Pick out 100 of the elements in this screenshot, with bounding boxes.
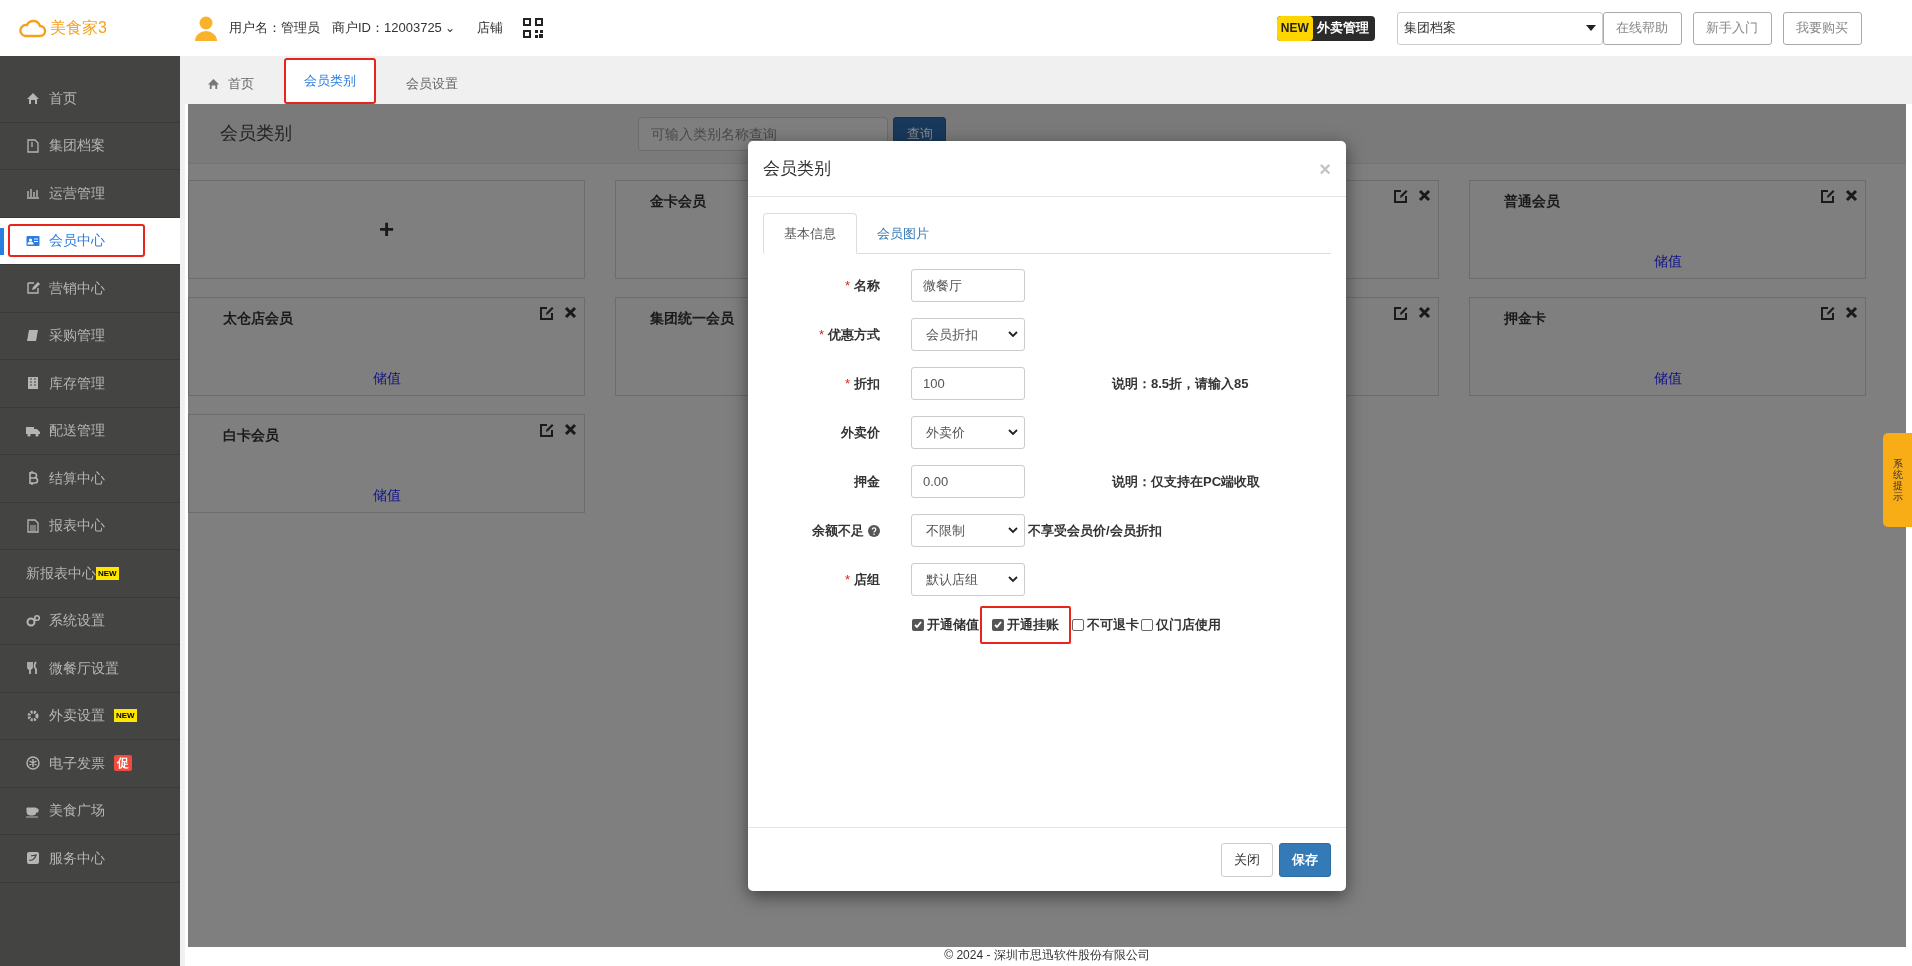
field-label: 名称 [854,276,880,295]
recharge-link[interactable]: 储值 [372,485,401,506]
username-label: 用户名：管理员 [229,19,320,38]
checkbox[interactable] [1072,619,1084,631]
logo-text: 美食家3 [50,18,107,38]
field-label: 外卖价 [841,423,880,442]
footer-text: © 2024 - 深圳市思迅软件股份有限公司 [943,947,1151,964]
tab[interactable]: 会员设置 [384,63,480,104]
modal-title: 会员类别 [763,157,831,180]
card-name: 金卡会员 [650,192,706,211]
required-mark: * [818,325,824,344]
badge: NEW [114,709,137,723]
close-button[interactable]: 关闭 [1221,842,1273,877]
qr-code-icon[interactable] [522,18,543,38]
coin-icon [26,471,40,486]
field-label: 押金 [854,472,880,491]
field-note: 说明：8.5折，请输入85 [1112,374,1249,393]
id-card-icon [26,233,40,248]
document-icon [26,518,40,533]
checkbox-option[interactable]: 仅门店使用 [1140,606,1222,644]
card-name: 集团统一会员 [650,309,734,328]
tab[interactable]: 基本信息 [763,213,857,254]
group-select[interactable]: 集团档案 [1396,11,1603,45]
checkbox[interactable] [912,619,924,631]
badge: NEW [96,566,119,580]
checkbox-option[interactable]: 开通挂账 [980,606,1071,644]
building-icon [26,376,40,391]
select-field[interactable]: 默认店组 [911,563,1025,596]
field-label: 优惠方式 [828,325,880,344]
edit-icon[interactable] [539,423,554,438]
chevron-icon [1008,527,1018,534]
header-button[interactable]: 新手入门 [1692,11,1772,45]
member-card[interactable]: + [188,180,585,279]
page-title: 会员类别 [220,122,292,145]
chevron-icon [1008,429,1018,436]
sidebar-item[interactable]: 会员中心 [0,217,180,265]
header-button[interactable]: 在线帮助 [1602,11,1682,45]
checkbox-option[interactable]: 开通储值 [911,606,980,644]
close-icon[interactable] [1418,306,1431,319]
field-label: 折扣 [854,374,880,393]
cloud-icon [18,18,46,38]
edit-icon [26,281,40,296]
caret-icon [1585,25,1596,31]
gear-icon [26,708,40,723]
text-field[interactable]: 100 [911,367,1025,400]
card-name: 押金卡 [1504,309,1546,328]
badge: 促 [114,755,132,772]
required-mark: * [844,374,850,393]
gears-icon [26,613,40,628]
square-icon [26,851,40,866]
recharge-link[interactable]: 储值 [1653,368,1682,389]
select-field[interactable]: 会员折扣 [911,318,1025,351]
select-field[interactable]: 外卖价 [911,416,1025,449]
text-field[interactable]: 0.00 [911,465,1025,498]
add-label[interactable]: + [378,210,395,249]
chevron-icon [1008,576,1018,583]
merchant-dropdown[interactable]: 商户ID：12003725 ⌄ [332,18,455,38]
checkbox-option[interactable]: 不可退卡 [1071,606,1140,644]
field-label: 店组 [854,570,880,589]
checkbox[interactable] [992,619,1004,631]
tab[interactable]: 会员类别 [284,58,376,104]
card-name: 白卡会员 [223,426,279,445]
select-field[interactable]: 不限制 [911,514,1025,547]
recharge-link[interactable]: 储值 [1653,251,1682,272]
promo-badge[interactable]: NEW 外卖管理 [1276,15,1375,41]
tab[interactable]: 会员图片 [859,213,947,254]
edit-icon[interactable] [1393,306,1408,321]
checkbox[interactable] [1141,619,1153,631]
required-mark: * [844,570,850,589]
card-name: 太仓店会员 [223,309,293,328]
document-icon [26,138,40,153]
store-link[interactable]: 店铺 [476,18,503,38]
edit-icon[interactable] [1820,189,1835,204]
check-icon [993,620,1003,630]
recharge-link[interactable]: 储值 [372,368,401,389]
edit-icon[interactable] [1820,306,1835,321]
bar-chart-icon [26,186,40,201]
save-button[interactable]: 保存 [1279,842,1331,877]
close-icon[interactable] [1845,189,1858,202]
text-field[interactable]: 微餐厅 [911,269,1025,302]
check-icon [913,620,923,630]
chevron-icon [1008,331,1018,338]
field-note: 不享受会员价/会员折扣 [1028,521,1162,540]
edit-icon[interactable] [1393,189,1408,204]
card-name: 普通会员 [1504,192,1560,211]
home-icon [26,91,40,106]
close-icon[interactable] [1418,189,1431,202]
edit-icon[interactable] [539,306,554,321]
system-tip-tab[interactable]: 系统提示 [1883,433,1912,527]
close-icon[interactable] [564,423,577,436]
close-icon[interactable] [1845,306,1858,319]
sidebar-item[interactable]: 外卖设置 NEW [0,692,180,740]
asterisk-circle-icon [26,756,40,771]
header-button[interactable]: 我要购买 [1782,11,1862,45]
cutlery-icon [26,661,40,676]
close-icon[interactable] [564,306,577,319]
sidebar-item[interactable]: 电子发票 促 [0,740,180,788]
required-mark: * [844,276,850,295]
avatar-icon [195,15,217,41]
tab[interactable]: 首页 [185,63,276,104]
